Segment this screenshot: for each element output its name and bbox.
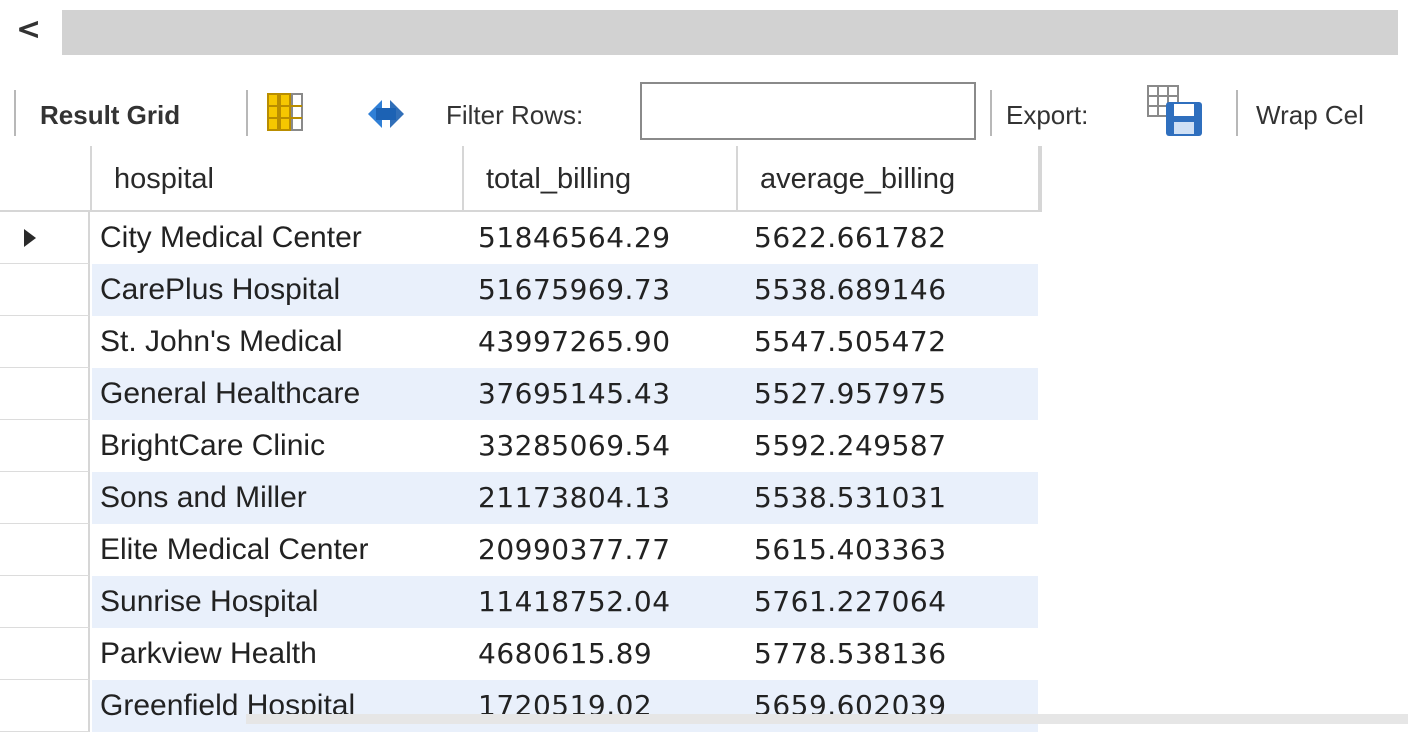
cell-average-billing[interactable]: 5761.227064 xyxy=(744,576,947,628)
cell-hospital[interactable]: Sunrise Hospital xyxy=(90,576,318,628)
table-row[interactable]: City Medical Center 51846564.29 5622.66178… xyxy=(0,212,1042,264)
cell-hospital[interactable]: CarePlus Hospital xyxy=(90,264,340,316)
row-header[interactable] xyxy=(0,264,90,316)
cell-average-billing[interactable]: 5659.602039 xyxy=(744,680,947,732)
cell-average-billing[interactable]: 5778.538136 xyxy=(744,628,947,680)
cell-total-billing[interactable]: 43997265.90 xyxy=(468,316,671,368)
toolbar-divider xyxy=(14,90,16,136)
row-header[interactable] xyxy=(0,680,90,732)
table-row[interactable]: Elite Medical Center 20990377.77 5615.4033… xyxy=(0,524,1042,576)
refresh-icon[interactable] xyxy=(362,94,410,134)
column-header-total-billing[interactable]: total_billing xyxy=(464,146,738,212)
cell-hospital[interactable]: General Healthcare xyxy=(90,368,360,420)
grid-columns-icon[interactable] xyxy=(266,92,306,132)
cell-hospital[interactable]: St. John's Medical xyxy=(90,316,343,368)
result-grid: hospital total_billing average_billing C… xyxy=(0,146,1042,732)
cell-average-billing[interactable]: 5527.957975 xyxy=(744,368,947,420)
export-label: Export: xyxy=(1006,100,1089,130)
toolbar-divider xyxy=(246,90,248,136)
row-header[interactable] xyxy=(0,420,90,472)
table-row[interactable]: Parkview Health 4680615.89 5778.538136 xyxy=(0,628,1042,680)
toolbar-divider xyxy=(1236,90,1238,136)
cell-hospital[interactable]: Greenfield Hospital xyxy=(90,680,355,732)
table-row[interactable]: St. John's Medical 43997265.90 5547.505472 xyxy=(0,316,1042,368)
cell-total-billing[interactable]: 21173804.13 xyxy=(468,472,671,524)
row-header[interactable] xyxy=(0,472,90,524)
grid-header-row: hospital total_billing average_billing xyxy=(0,146,1042,212)
table-row[interactable]: Greenfield Hospital 1720519.02 5659.602039 xyxy=(0,680,1042,732)
cell-average-billing[interactable]: 5615.403363 xyxy=(744,524,947,576)
horizontal-scrollbar[interactable] xyxy=(62,10,1398,55)
cell-hospital[interactable]: BrightCare Clinic xyxy=(90,420,325,472)
cell-hospital[interactable]: Elite Medical Center xyxy=(90,524,368,576)
cell-average-billing[interactable]: 5622.661782 xyxy=(744,212,947,264)
cell-total-billing[interactable]: 33285069.54 xyxy=(468,420,671,472)
bottom-edge xyxy=(246,714,1408,724)
row-header[interactable] xyxy=(0,628,90,680)
cell-average-billing[interactable]: 5592.249587 xyxy=(744,420,947,472)
cell-total-billing[interactable]: 1720519.02 xyxy=(468,680,652,732)
filter-rows-label: Filter Rows: xyxy=(446,100,584,130)
cell-average-billing[interactable]: 5538.531031 xyxy=(744,472,947,524)
filter-rows-input[interactable] xyxy=(640,82,976,140)
cell-average-billing[interactable]: 5538.689146 xyxy=(744,264,947,316)
toolbar-divider xyxy=(990,90,992,136)
table-row[interactable]: General Healthcare 37695145.43 5527.957975 xyxy=(0,368,1042,420)
result-toolbar: Result Grid Filter Rows: Export: Wrap Ce… xyxy=(0,80,1408,150)
table-row[interactable]: Sunrise Hospital 11418752.04 5761.227064 xyxy=(0,576,1042,628)
table-row[interactable]: Sons and Miller 21173804.13 5538.531031 xyxy=(0,472,1042,524)
scroll-left-icon[interactable]: < xyxy=(16,10,56,50)
row-header[interactable] xyxy=(0,316,90,368)
table-row[interactable]: CarePlus Hospital 51675969.73 5538.689146 xyxy=(0,264,1042,316)
row-header[interactable] xyxy=(0,368,90,420)
cell-total-billing[interactable]: 11418752.04 xyxy=(468,576,671,628)
result-grid-button[interactable]: Result Grid xyxy=(40,98,180,132)
cell-total-billing[interactable]: 37695145.43 xyxy=(468,368,671,420)
row-header[interactable] xyxy=(0,576,90,628)
export-icon[interactable] xyxy=(1146,84,1204,138)
cell-total-billing[interactable]: 51675969.73 xyxy=(468,264,671,316)
cell-total-billing[interactable]: 4680615.89 xyxy=(468,628,652,680)
row-header[interactable] xyxy=(0,212,90,264)
cell-hospital[interactable]: Sons and Miller xyxy=(90,472,307,524)
top-scroll-strip: < xyxy=(0,0,1408,68)
wrap-cell-button[interactable]: Wrap Cel xyxy=(1256,98,1364,132)
table-row[interactable]: BrightCare Clinic 33285069.54 5592.249587 xyxy=(0,420,1042,472)
cell-total-billing[interactable]: 51846564.29 xyxy=(468,212,671,264)
current-row-arrow-icon xyxy=(24,229,36,247)
column-header-hospital[interactable]: hospital xyxy=(92,146,464,212)
corner-cell xyxy=(0,146,92,212)
cell-hospital[interactable]: City Medical Center xyxy=(90,212,362,264)
cell-average-billing[interactable]: 5547.505472 xyxy=(744,316,947,368)
cell-total-billing[interactable]: 20990377.77 xyxy=(468,524,671,576)
column-header-average-billing[interactable]: average_billing xyxy=(738,146,1040,212)
cell-hospital[interactable]: Parkview Health xyxy=(90,628,317,680)
row-header[interactable] xyxy=(0,524,90,576)
